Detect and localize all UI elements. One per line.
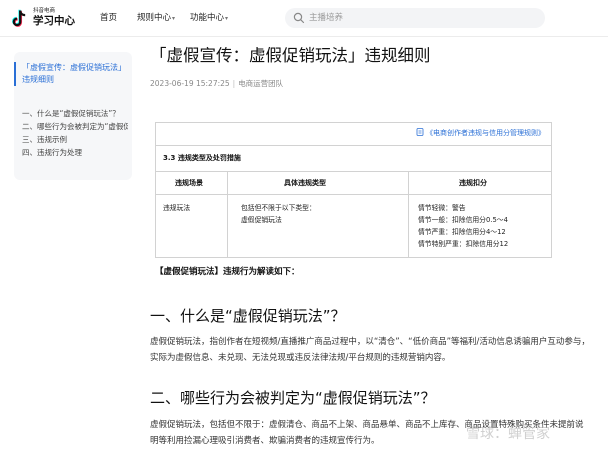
chevron-down-icon: ▾ xyxy=(172,15,176,22)
document-icon xyxy=(416,128,424,136)
nav-home[interactable]: 首页 xyxy=(100,12,117,24)
table-header: 违规场景 xyxy=(175,179,203,187)
paragraph: 虚假促销玩法，指创作者在短视频/直播推广商品过程中，以“清仓”、“低价商品”等福… xyxy=(150,337,590,363)
search-box[interactable] xyxy=(285,8,545,28)
table-cell-penalty: 情节严重：扣除信用分4～12 xyxy=(418,228,506,236)
section-heading: 一、什么是“虚假促销玩法”？ xyxy=(150,307,346,325)
chevron-down-icon: ▾ xyxy=(225,15,229,22)
watermark: 雪球：蝉管家 xyxy=(466,426,550,442)
toc-item[interactable]: 三、违规示例 xyxy=(22,134,128,147)
table-cell-penalty: 情节一般：扣除信用分0.5～4 xyxy=(418,216,508,224)
divider xyxy=(227,171,228,258)
toc-item[interactable]: 四、违规行为处理 xyxy=(22,147,128,160)
table-cell-penalty: 情节轻微：警告 xyxy=(418,204,466,212)
toc-item[interactable]: 一、什么是“虚假促销玩法”？ xyxy=(22,108,128,121)
logo[interactable]: 抖音电商 学习中心 xyxy=(11,7,86,31)
search-icon xyxy=(293,12,305,24)
nav-rules-center[interactable]: 规则中心▾ xyxy=(137,12,175,25)
table-cell-scene: 违规玩法 xyxy=(163,204,191,212)
section-heading: 二、哪些行为会被判定为“虚假促销玩法”？ xyxy=(150,389,436,407)
rules-doc-link-label: 《电商创作者违规与信用分管理规则》 xyxy=(426,129,545,137)
toc-title[interactable]: 「虚假宣传：虚假促销玩法」违规细则 xyxy=(22,62,126,86)
nav-function-center[interactable]: 功能中心▾ xyxy=(190,12,228,25)
author: 电商运营团队 xyxy=(238,79,284,88)
table-header: 具体违规类型 xyxy=(284,179,326,187)
nav-rules-center-label: 规则中心 xyxy=(137,13,172,23)
table-cell-type: 包括但不限于以下类型： xyxy=(241,204,316,212)
toc-list: 一、什么是“虚假促销玩法”？ 二、哪些行为会被判定为“虚假促销玩法”？ 三、违规… xyxy=(22,108,128,160)
table-cell-type: 虚假促销玩法 xyxy=(241,216,282,224)
logo-subtitle: 抖音电商 xyxy=(33,8,56,14)
lead-text: 【虚假促销玩法】违规行为解读如下： xyxy=(155,267,300,277)
divider xyxy=(408,171,409,258)
section-title: 3.3 违规类型及处罚措施 xyxy=(163,154,241,162)
toc-item[interactable]: 二、哪些行为会被判定为“虚假促销玩法”？ xyxy=(22,121,128,134)
search-input[interactable] xyxy=(309,10,534,26)
article-meta: 2023-06-19 15:27:25 | 电商运营团队 xyxy=(150,79,284,88)
publish-date: 2023-06-19 15:27:25 xyxy=(150,79,230,88)
rules-excerpt-image: 《电商创作者违规与信用分管理规则》 3.3 违规类型及处罚措施 违规场景 具体违… xyxy=(155,122,552,258)
divider xyxy=(156,145,551,146)
table-of-contents: 「虚假宣传：虚假促销玩法」违规细则 一、什么是“虚假促销玩法”？ 二、哪些行为会… xyxy=(14,52,132,180)
article-title: 「虚假宣传：虚假促销玩法」违规细则 xyxy=(150,46,431,65)
divider xyxy=(156,171,551,172)
top-bar: 抖音电商 学习中心 首页 规则中心▾ 功能中心▾ xyxy=(0,0,608,37)
nav-home-label: 首页 xyxy=(100,13,118,23)
toc-active-indicator xyxy=(14,62,16,86)
nav-function-center-label: 功能中心 xyxy=(190,13,225,23)
table-cell-penalty: 情节特别严重：扣除信用分12 xyxy=(418,240,509,248)
douyin-logo-icon xyxy=(12,9,26,27)
logo-title: 学习中心 xyxy=(33,15,75,27)
table-header: 违规扣分 xyxy=(459,179,487,187)
divider xyxy=(156,194,551,195)
rules-doc-link[interactable]: 《电商创作者违规与信用分管理规则》 xyxy=(416,128,545,138)
